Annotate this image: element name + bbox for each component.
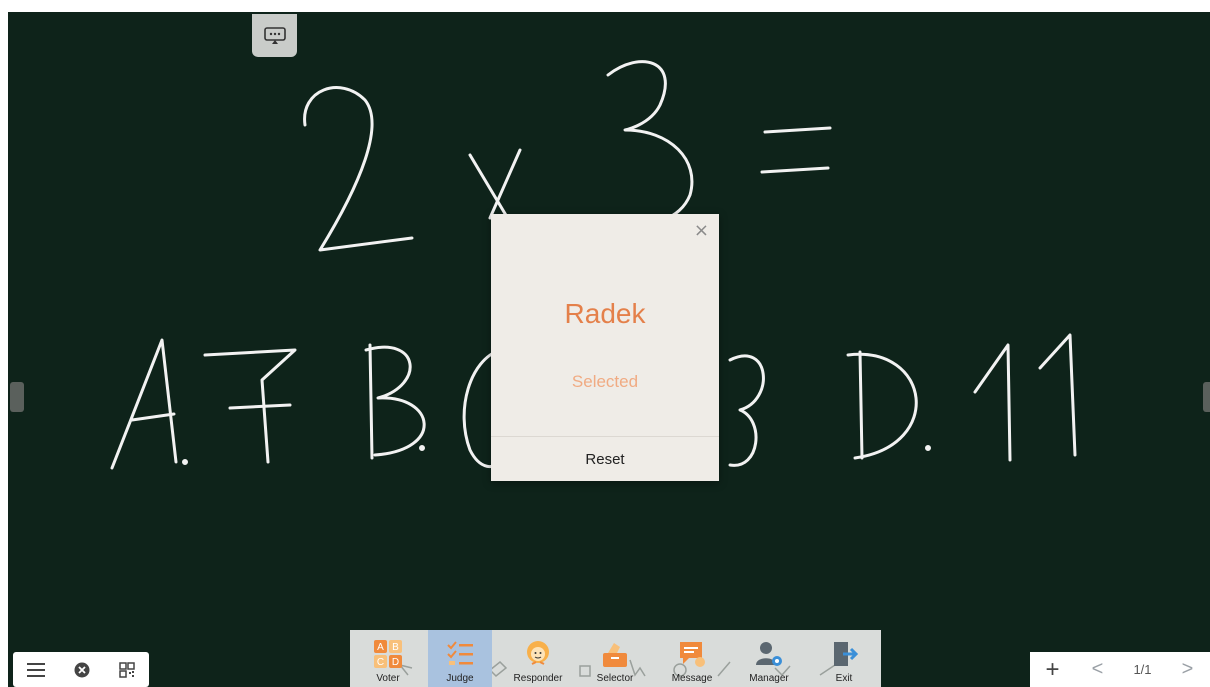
menu-icon[interactable]	[27, 662, 46, 677]
svg-text:B: B	[392, 642, 399, 653]
page-navigation-bar: + < 1/1 >	[1030, 652, 1210, 687]
tool-voter-label: Voter	[376, 673, 400, 684]
close-circle-icon[interactable]	[74, 662, 90, 678]
judge-icon	[447, 641, 473, 665]
tool-message[interactable]: Message	[660, 630, 724, 687]
tool-responder[interactable]: Responder	[506, 630, 570, 687]
qr-code-icon[interactable]	[118, 661, 135, 678]
tool-selector-label: Selector	[596, 673, 634, 684]
tool-manager-label: Manager	[749, 673, 789, 684]
screen-cast-button[interactable]	[252, 14, 297, 57]
tool-judge[interactable]: Judge	[428, 630, 492, 687]
classroom-tools-toolbar: A B C D Voter Judge Responder Selector M…	[350, 630, 881, 687]
tool-responder-label: Responder	[513, 673, 563, 684]
bottom-left-toolbar	[13, 652, 149, 687]
manager-icon	[756, 642, 782, 666]
tool-voter[interactable]: A B C D Voter	[356, 630, 420, 687]
prev-page-button[interactable]: <	[1075, 658, 1120, 681]
voter-icon: A B C D	[374, 640, 402, 668]
add-page-button[interactable]: +	[1030, 656, 1075, 684]
reset-button[interactable]: Reset	[491, 437, 719, 481]
tool-exit-label: Exit	[835, 673, 853, 684]
right-expand-handle[interactable]	[1203, 382, 1210, 412]
dialog-close-icon[interactable]: ×	[694, 220, 709, 241]
responder-icon	[527, 641, 549, 665]
svg-text:C: C	[377, 657, 384, 668]
selector-result-dialog: × Radek Selected Reset	[491, 214, 719, 481]
selection-status: Selected	[571, 372, 639, 391]
message-icon	[680, 642, 705, 667]
tool-message-label: Message	[671, 673, 713, 684]
selector-icon	[603, 643, 627, 667]
tool-selector[interactable]: Selector	[583, 630, 647, 687]
tool-manager[interactable]: Manager	[737, 630, 801, 687]
left-expand-handle[interactable]	[10, 382, 24, 412]
selected-student-name: Radek	[564, 298, 646, 329]
tool-judge-label: Judge	[446, 673, 474, 684]
svg-text:A: A	[377, 642, 384, 653]
next-page-button[interactable]: >	[1165, 658, 1210, 681]
page-indicator: 1/1	[1133, 662, 1152, 677]
cast-screen-icon	[263, 26, 286, 44]
tool-exit[interactable]: Exit	[812, 630, 876, 687]
svg-text:D: D	[392, 657, 399, 668]
exit-icon	[834, 642, 859, 666]
